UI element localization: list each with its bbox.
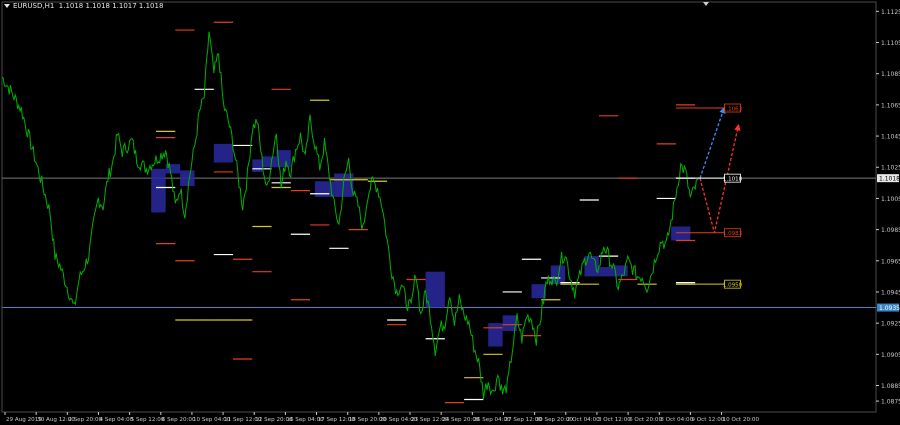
x-tick-label: 2 Oct 04:00 [567,417,600,423]
zone-box [671,226,691,241]
zone-box [488,323,503,347]
x-tick-label: 6 Sep 20:00 [162,417,196,423]
chart: EURUSD,H1 1.1018 1.1018 1.1017 1.1018 1.… [0,0,900,425]
y-tick-label: 1.0925 [881,321,900,328]
price-tag-label: 1.0935 [879,305,900,312]
zone-box [151,168,166,213]
zone-box [180,170,195,186]
x-tick-label: 3 Oct 12:00 [598,417,631,423]
forecast-up-arrow [699,106,726,179]
x-tick-label: 9 Oct 12:00 [691,417,724,423]
y-tick-label: 1.0945 [881,289,900,296]
x-tick-label: 2 Sep 20:00 [68,417,102,423]
y-tick-label: 1.1005 [881,196,900,203]
price-series-line [1,31,701,399]
y-tick-label: 1.1125 [881,9,900,16]
y-tick-label: 1.1085 [881,71,900,78]
y-tick-label: 1.1105 [881,40,900,47]
y-tick-label: 1.0875 [881,399,900,406]
x-tick-label: 5 Sep 12:00 [131,417,165,423]
chart-canvas[interactable]: 1.1063 1.1018 1.0983 1.0950 1.1125 1.1105 1.10… [0,0,900,425]
zone-box [584,256,599,277]
y-tick-label: 1.1065 [881,102,900,109]
zone-box [598,267,614,277]
plot-frame [1,1,877,413]
y-tick-label: 1.1045 [881,134,900,141]
x-tick-label: 10 Oct 20:00 [723,417,760,423]
price-tag-label: 1.1018 [879,176,900,183]
level-tag-label: 1.0983 [723,231,743,237]
y-tick-label: 1.0985 [881,227,900,234]
level-tag-label: 1.1063 [723,107,743,113]
y-tick-label: 1.0965 [881,258,900,265]
x-tick-label: 6 Oct 20:00 [629,417,662,423]
y-tick-label: 1.0885 [881,383,900,390]
zone-box [261,156,277,168]
level-tag-label: 1.1018 [723,177,743,183]
x-tick-label: 8 Oct 04:00 [660,417,693,423]
zone-box [213,143,234,163]
y-tick-label: 1.0905 [881,352,900,359]
shift-marker-icon [703,2,709,6]
y-tick-label: 1.1025 [881,165,900,172]
x-tick-label: 4 Sep 04:00 [99,417,133,423]
level-tag-label: 1.0950 [723,283,743,289]
zone-box [252,159,262,172]
